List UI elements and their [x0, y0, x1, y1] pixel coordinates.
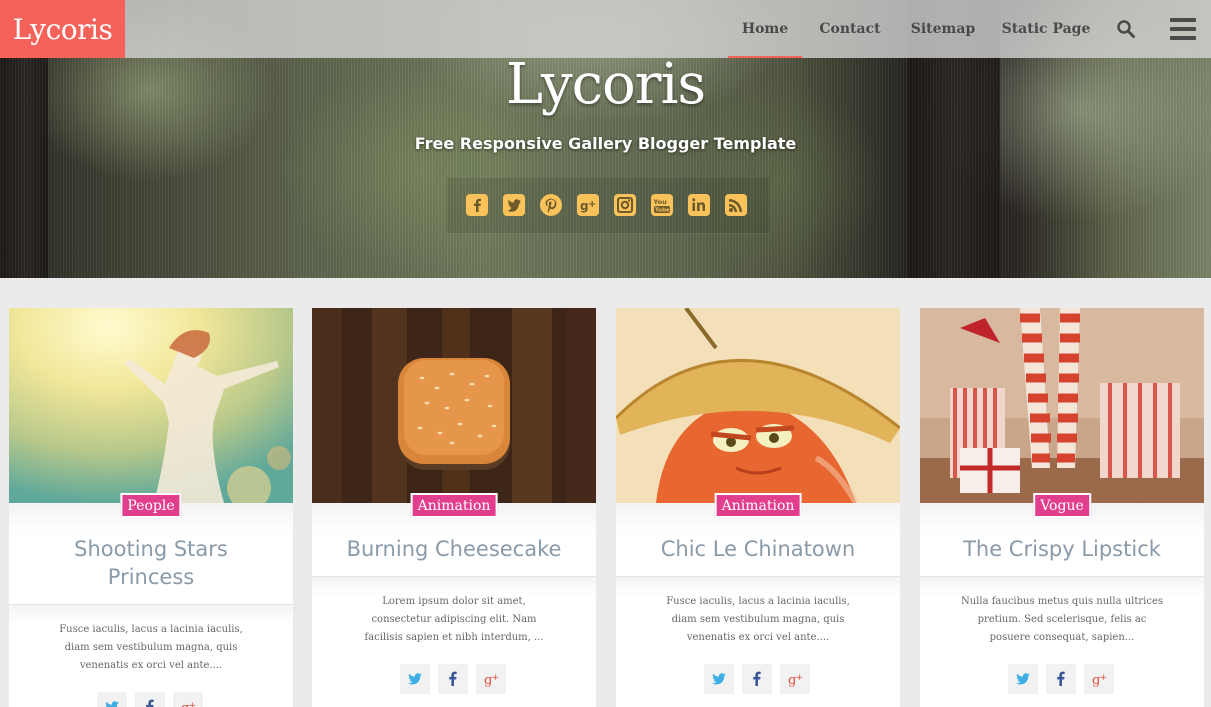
twitter-icon — [408, 673, 422, 685]
nav-static-page[interactable]: Static Page — [999, 0, 1093, 58]
site-logo[interactable]: Lycoris — [0, 0, 125, 58]
linkedin-icon[interactable] — [687, 193, 711, 217]
share-facebook-button[interactable] — [438, 664, 468, 694]
youtube-icon[interactable]: You Tube — [650, 193, 674, 217]
blog-title[interactable]: Lycoris — [0, 52, 1211, 117]
share-twitter-button[interactable] — [704, 664, 734, 694]
nav-sitemap[interactable]: Sitemap — [903, 0, 983, 58]
post-excerpt: Fusce iaculis, lacus a lacinia iaculis, … — [59, 624, 243, 671]
hamburger-menu-icon[interactable] — [1168, 16, 1198, 42]
nav-home[interactable]: Home — [728, 0, 802, 58]
nav-contact[interactable]: Contact — [812, 0, 888, 58]
svg-text:+: + — [1100, 673, 1108, 683]
post-title[interactable]: The Crispy Lipstick — [940, 535, 1184, 563]
google-plus-icon: g+ — [181, 701, 197, 707]
post-label[interactable]: People — [120, 493, 182, 518]
post-card: Animation Chic Le Chinatown Fusce iaculi… — [616, 308, 900, 707]
blog-description: Free Responsive Gallery Blogger Template — [414, 134, 797, 153]
post-thumbnail[interactable] — [920, 308, 1204, 503]
post-excerpt: Lorem ipsum dolor sit amet, consectetur … — [364, 596, 544, 643]
share-twitter-button[interactable] — [1008, 664, 1038, 694]
google-plus-icon: g+ — [788, 673, 804, 687]
post-title[interactable]: Chic Le Chinatown — [636, 535, 880, 563]
svg-text:+: + — [588, 199, 596, 210]
facebook-icon — [753, 671, 761, 686]
post-thumbnail[interactable] — [9, 308, 293, 503]
google-plus-icon[interactable]: g + — [576, 193, 600, 217]
twitter-icon[interactable] — [502, 193, 526, 217]
post-excerpt: Fusce iaculis, lacus a lacinia iaculis, … — [666, 596, 850, 643]
svg-text:You: You — [653, 198, 668, 206]
post-label[interactable]: Animation — [410, 493, 498, 518]
facebook-icon — [146, 699, 154, 707]
google-plus-icon: g+ — [1092, 673, 1108, 687]
post-title[interactable]: Shooting Stars Princess — [29, 535, 273, 591]
svg-text:+: + — [796, 673, 804, 683]
share-twitter-button[interactable] — [97, 692, 127, 707]
pinterest-icon[interactable] — [539, 193, 563, 217]
share-twitter-button[interactable] — [400, 664, 430, 694]
search-icon[interactable] — [1113, 16, 1139, 42]
share-google-plus-button[interactable]: g+ — [780, 664, 810, 694]
google-plus-icon: g+ — [484, 673, 500, 687]
post-thumbnail[interactable] — [616, 308, 900, 503]
post-card: People Shooting Stars Princess Fusce iac… — [9, 308, 293, 707]
share-google-plus-button[interactable]: g+ — [476, 664, 506, 694]
svg-text:Tube: Tube — [655, 208, 670, 214]
twitter-icon — [1016, 673, 1030, 685]
instagram-icon[interactable] — [613, 193, 637, 217]
social-links: g + You Tube — [447, 178, 769, 234]
facebook-icon — [449, 671, 457, 686]
facebook-icon — [1057, 671, 1065, 686]
post-excerpt: Nulla faucibus metus quis nulla ultrices… — [960, 596, 1163, 643]
share-facebook-button[interactable] — [1046, 664, 1076, 694]
share-facebook-button[interactable] — [135, 692, 165, 707]
svg-text:+: + — [492, 673, 500, 683]
post-thumbnail[interactable] — [312, 308, 596, 503]
twitter-icon — [105, 701, 119, 707]
share-google-plus-button[interactable]: g+ — [173, 692, 203, 707]
svg-text:+: + — [189, 701, 197, 707]
post-card: Animation Burning Cheesecake Lorem ipsum… — [312, 308, 596, 707]
post-label[interactable]: Vogue — [1033, 493, 1091, 518]
post-title[interactable]: Burning Cheesecake — [332, 535, 576, 563]
post-card: Vogue The Crispy Lipstick Nulla faucibus… — [920, 308, 1204, 707]
twitter-icon — [712, 673, 726, 685]
share-facebook-button[interactable] — [742, 664, 772, 694]
facebook-icon[interactable] — [465, 193, 489, 217]
top-navigation: Lycoris Home Contact Sitemap Static Page — [0, 0, 1211, 58]
share-google-plus-button[interactable]: g+ — [1084, 664, 1114, 694]
rss-icon[interactable] — [724, 193, 748, 217]
post-label[interactable]: Animation — [714, 493, 802, 518]
